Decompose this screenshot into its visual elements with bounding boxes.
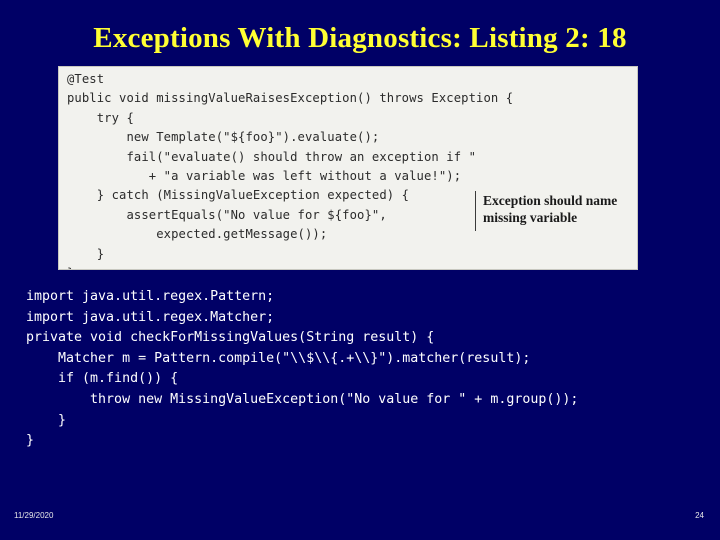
code-annotation: Exception should name missing variable [483, 193, 618, 225]
code-body-text: import java.util.regex.Pattern; import j… [26, 289, 579, 449]
footer-date: 11/29/2020 [14, 511, 54, 520]
slide: Exceptions With Diagnostics: Listing 2: … [0, 0, 720, 540]
code-listing-image-text: @Test public void missingValueRaisesExce… [67, 72, 514, 269]
annotation-divider [475, 191, 476, 231]
code-listing-image: @Test public void missingValueRaisesExce… [58, 66, 638, 270]
footer-page-number: 24 [695, 511, 704, 520]
page-title: Exceptions With Diagnostics: Listing 2: … [93, 22, 627, 54]
